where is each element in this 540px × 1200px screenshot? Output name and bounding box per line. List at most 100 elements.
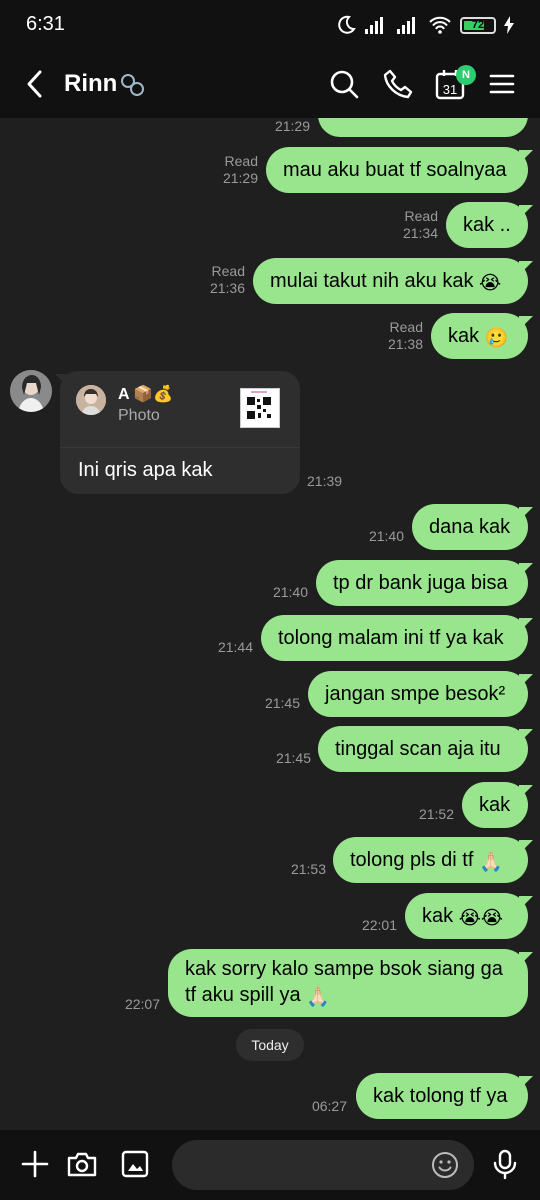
message-bubble[interactable]: kak sorry kalo sampe bsok siang ga tf ak… [168, 949, 528, 1017]
message-text: kak [448, 325, 480, 347]
message-bubble[interactable]: tinggal scan aja itu [318, 726, 528, 772]
message-input[interactable] [172, 1140, 474, 1190]
chat-header: Rinn 31 N [0, 50, 540, 118]
reply-quote[interactable]: A 📦💰 Photo [60, 371, 300, 448]
message-time: 21:40 [368, 528, 404, 544]
read-status: Read [404, 208, 438, 224]
date-divider: Today [236, 1029, 304, 1061]
battery-level: 72 [471, 18, 485, 31]
plus-icon[interactable] [19, 1148, 51, 1180]
message-text: kak tolong tf ya [373, 1085, 508, 1107]
message-bubble[interactable]: tolong malam ini tf ya kak [261, 615, 528, 661]
read-status: Read [389, 319, 423, 335]
quoted-avatar [76, 385, 106, 415]
message-time: 21:29 [274, 118, 310, 134]
message-bubble[interactable]: kak .. [446, 202, 528, 248]
message-time: 06:27 [311, 1098, 347, 1114]
wifi-icon [429, 16, 451, 34]
message-bubble[interactable]: dana kak [412, 504, 528, 550]
menu-icon[interactable] [486, 68, 518, 100]
message-bubble[interactable]: mau aku buat tf soalnyaa [266, 147, 528, 193]
message-bubble[interactable]: tp dr bank juga bisa [316, 560, 528, 606]
back-arrow-icon[interactable] [22, 68, 50, 100]
qr-code-icon [245, 391, 273, 421]
message-text: dana kak [429, 516, 511, 538]
search-icon[interactable] [328, 68, 360, 100]
message-input-bar [0, 1130, 540, 1200]
calendar-badge: N [456, 65, 476, 85]
message-time: 21:53 [290, 861, 326, 877]
quoted-type: Photo [118, 407, 160, 424]
message-bubble[interactable]: mulai takut nih aku kak 😭 [253, 258, 528, 304]
message-text: mulai takut nih aku kak [270, 270, 474, 292]
message-bubble[interactable]: kak tolong tf ya [356, 1073, 528, 1119]
read-status: Read [211, 263, 245, 279]
message-text: jangan smpe besok² [325, 683, 506, 705]
message-meta: Read 21:29 [200, 153, 258, 187]
chat-area[interactable]: 21:29 Read 21:29 mau aku buat tf soalnyaa… [0, 118, 540, 1130]
contact-avatar[interactable] [10, 370, 52, 412]
message-text: tinggal scan aja itu [335, 738, 501, 760]
calendar-date: 31 [443, 82, 457, 97]
message-time: 21:34 [402, 225, 438, 241]
moon-icon [338, 15, 356, 34]
status-time: 6:31 [26, 13, 65, 35]
camera-icon[interactable] [66, 1148, 98, 1180]
message-time: 21:39 [307, 473, 343, 489]
message-time: 22:07 [124, 996, 160, 1012]
message-text: tolong pls di tf [350, 849, 474, 871]
quoted-name-emoji: 📦💰 [133, 386, 174, 403]
crying-emoji: 😭😭 [458, 908, 504, 929]
message-text: kak .. [463, 214, 511, 236]
message-text: tolong malam ini tf ya kak [278, 627, 504, 649]
read-status: Read [224, 153, 258, 169]
status-bar: 6:31 72 [0, 0, 540, 50]
quoted-name-text: A [118, 386, 129, 403]
message-bubble-partial[interactable] [318, 118, 528, 137]
message-text: kak [479, 794, 511, 816]
gallery-icon[interactable] [119, 1148, 151, 1180]
message-time: 21:52 [418, 806, 454, 822]
signal-icon [397, 17, 415, 34]
message-time: 21:29 [222, 170, 258, 186]
microphone-icon[interactable] [489, 1148, 521, 1180]
message-meta: Read 21:34 [380, 208, 438, 242]
message-meta: Read 21:38 [365, 319, 423, 353]
message-bubble[interactable]: jangan smpe besok² [308, 671, 528, 717]
message-time: 21:45 [275, 750, 311, 766]
charging-icon [504, 16, 514, 34]
message-text-line2: tf aku spill ya 🙏🏻 [185, 982, 511, 1011]
message-text: kak [422, 905, 454, 927]
message-time: 22:01 [361, 917, 397, 933]
message-text: Ini qris apa kak [78, 459, 213, 481]
message-text: tp dr bank juga bisa [333, 572, 508, 594]
praying-hands-emoji: 🙏🏻 [478, 852, 503, 873]
message-meta: Read 21:36 [187, 263, 245, 297]
crying-emoji: 😭 [479, 273, 502, 294]
message-time: 21:38 [387, 336, 423, 352]
chat-title[interactable]: Rinn [64, 70, 117, 98]
smiling-tear-emoji: 🥲 [484, 328, 509, 349]
message-text: mau aku buat tf soalnyaa [283, 159, 507, 181]
message-bubble[interactable]: tolong pls di tf 🙏🏻 [333, 837, 528, 883]
contact-avatar-image [10, 370, 52, 412]
message-time: 21:45 [264, 695, 300, 711]
message-time: 21:44 [217, 639, 253, 655]
qr-code-thumbnail[interactable] [240, 388, 280, 428]
message-time: 21:36 [209, 280, 245, 296]
emoji-icon[interactable] [430, 1150, 460, 1180]
message-time: 21:40 [272, 584, 308, 600]
praying-hands-emoji: 🙏🏻 [306, 987, 330, 1008]
message-bubble[interactable]: kak 😭😭 [405, 893, 528, 939]
message-text-line1: kak sorry kalo sampe bsok siang ga [185, 958, 503, 980]
message-bubble[interactable]: kak 🥲 [431, 313, 528, 359]
quoted-avatar-image [76, 385, 106, 415]
friends-icon[interactable] [118, 72, 148, 98]
message-bubble[interactable]: kak [462, 782, 528, 828]
signal-icon [365, 17, 383, 34]
phone-icon[interactable] [382, 68, 414, 100]
battery-icon: 72 [460, 16, 496, 34]
status-icons: 72 [336, 13, 514, 37]
message-text: tf aku spill ya [185, 984, 301, 1006]
received-message-bubble[interactable]: A 📦💰 Photo Ini qris apa kak [60, 371, 300, 494]
